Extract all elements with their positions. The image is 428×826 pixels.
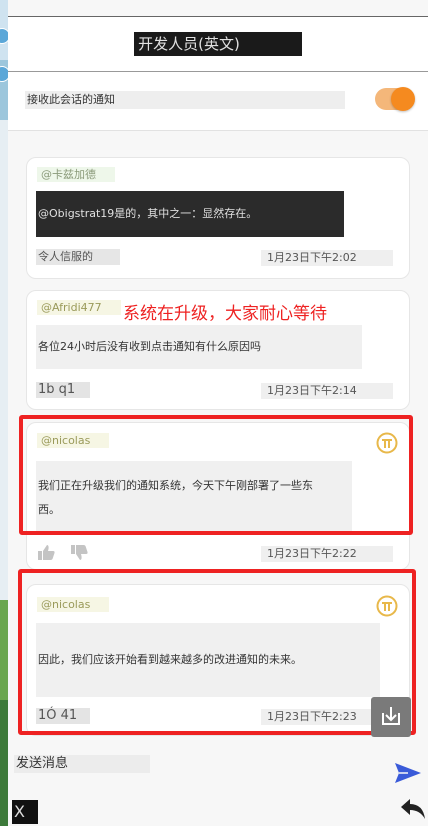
reaction-text: 令人信服的	[36, 249, 120, 265]
highlight-box	[19, 415, 413, 535]
send-icon[interactable]	[394, 762, 422, 784]
notification-label: 接收此会话的通知	[25, 91, 345, 109]
thumbs-up-icon[interactable]	[36, 543, 56, 561]
message-author[interactable]: @Afridi477	[37, 300, 121, 315]
download-icon	[382, 707, 400, 725]
close-label[interactable]: X	[12, 800, 38, 824]
message-input[interactable]: 发送消息	[14, 755, 150, 773]
message-time: 1月23日下午2:02	[261, 250, 393, 266]
toggle-knob[interactable]	[391, 87, 415, 111]
thumbs-down-icon[interactable]	[69, 544, 89, 562]
message-text: @Obigstrat19是的，其中之一：显然存在。	[36, 191, 344, 237]
message-composer: 发送消息 X	[8, 745, 428, 826]
background-strip	[0, 0, 10, 826]
download-button[interactable]	[371, 697, 411, 737]
message-text: 各位24小时后没有收到点击通知有什么原因吗	[36, 325, 362, 369]
reaction-text: 1b q1	[36, 382, 90, 398]
message-time: 1月23日下午2:14	[261, 383, 393, 399]
message-card: @卡兹加德 @Obigstrat19是的，其中之一：显然存在。 令人信服的 1月…	[26, 157, 410, 279]
conversation-panel: 开发人员(英文) 接收此会话的通知 @卡兹加德 @Obigstrat19是的，其…	[8, 0, 428, 826]
notification-toggle[interactable]	[375, 87, 415, 111]
highlight-box	[18, 569, 416, 735]
message-author[interactable]: @卡兹加德	[37, 167, 115, 182]
annotation-text: 系统在升级，大家耐心等待	[123, 304, 327, 324]
header: 开发人员(英文)	[8, 16, 428, 72]
notification-setting-row: 接收此会话的通知	[8, 72, 428, 131]
back-arrow-icon[interactable]	[400, 798, 426, 820]
message-time: 1月23日下午2:22	[261, 546, 393, 562]
page-title: 开发人员(英文)	[134, 32, 302, 56]
